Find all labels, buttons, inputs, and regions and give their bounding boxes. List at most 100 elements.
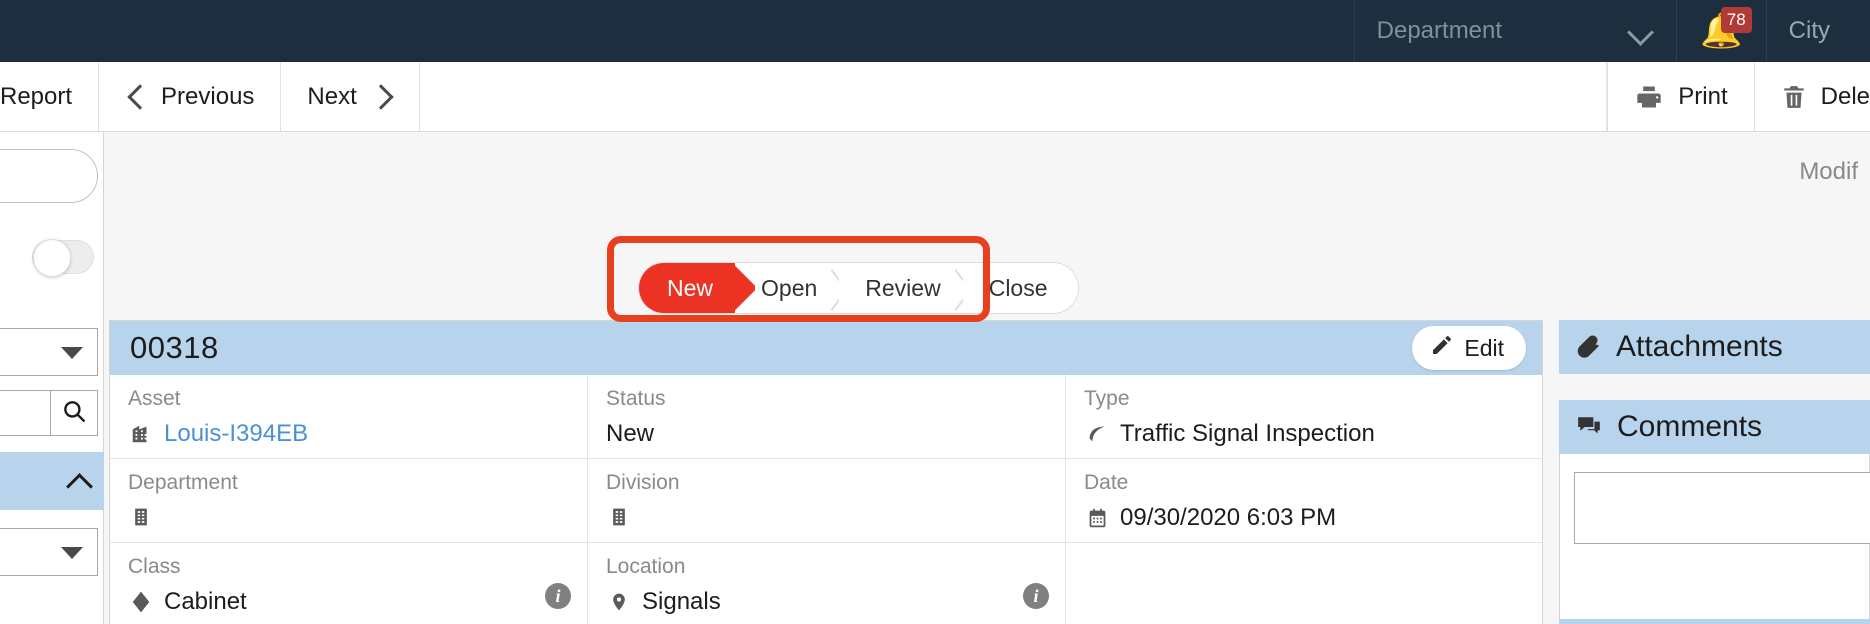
record-toolbar: Report Previous Next Print Dele — [0, 62, 1870, 132]
field-value: Cabinet — [164, 588, 247, 615]
diamond-icon — [128, 589, 154, 615]
magnifier-icon — [61, 398, 87, 429]
next-button-label: Next — [307, 82, 357, 110]
department-selector[interactable]: Department — [1353, 0, 1676, 62]
info-icon[interactable]: i — [545, 583, 571, 609]
record-card: 00318 Edit Asset Louis-I394EB Status New… — [109, 320, 1543, 624]
workflow-step-label: Close — [988, 274, 1048, 301]
delete-button[interactable]: Dele — [1753, 62, 1870, 131]
modified-label: Modif — [1799, 158, 1858, 185]
panel-gap — [1559, 374, 1870, 400]
sidebar-dropdown-2[interactable] — [0, 528, 98, 576]
previous-button-label: Previous — [161, 82, 255, 110]
workflow-step-new[interactable]: New — [639, 263, 736, 313]
pencil-icon — [1430, 333, 1454, 363]
record-id: 00318 — [130, 330, 219, 365]
field-label: Date — [1084, 471, 1129, 494]
chevron-down-icon — [1628, 18, 1654, 44]
field-label: Division — [606, 471, 680, 494]
workflow-step-close[interactable]: Close — [962, 263, 1078, 313]
field-department: Department — [110, 459, 588, 543]
panel-title: Comments — [1617, 410, 1763, 443]
step-separator — [943, 271, 964, 307]
comment-input[interactable] — [1574, 472, 1870, 544]
chevron-up-icon — [66, 471, 92, 491]
sidebar-search-button[interactable] — [51, 390, 98, 436]
workflow-stepper: New Open Review Close — [638, 262, 1079, 314]
next-button[interactable]: Next — [281, 62, 420, 131]
previous-button[interactable]: Previous — [99, 62, 282, 131]
workflow-step-label: New — [667, 274, 714, 301]
building-icon — [128, 421, 154, 447]
report-button[interactable]: Report — [0, 62, 100, 131]
field-value-wrapper: 09/30/2020 6:03 PM — [1084, 504, 1524, 532]
department-selector-label: Department — [1376, 17, 1503, 44]
workflow-step-label: Open — [761, 274, 818, 301]
city-menu[interactable]: City — [1765, 0, 1870, 62]
leaf-icon — [1084, 421, 1110, 447]
chevron-right-icon — [371, 84, 393, 110]
field-value: New — [606, 420, 655, 447]
field-empty-row3 — [1066, 543, 1542, 624]
edit-button[interactable]: Edit — [1412, 326, 1526, 370]
caret-down-icon — [61, 347, 83, 359]
city-label: City — [1788, 17, 1830, 44]
print-button[interactable]: Print — [1607, 62, 1754, 131]
field-label: Asset — [128, 387, 181, 410]
calendar-icon — [1084, 505, 1110, 531]
field-label: Class — [128, 555, 181, 578]
field-value: 09/30/2020 6:03 PM — [1120, 504, 1337, 531]
record-card-header: 00318 Edit — [110, 321, 1542, 375]
field-class: Class Cabinet i — [110, 543, 588, 624]
main-content-area: Modif New Open Review Close 00318 Edit A… — [104, 132, 1870, 624]
field-value: Traffic Signal Inspection — [1120, 420, 1375, 447]
comment-bubbles-icon — [1575, 414, 1603, 440]
field-value-wrapper: Cabinet — [128, 588, 569, 616]
field-status: Status New — [588, 375, 1066, 459]
field-type: Type Traffic Signal Inspection — [1066, 375, 1542, 459]
field-value-wrapper: Louis-I394EB — [128, 420, 569, 448]
edit-button-label: Edit — [1464, 334, 1504, 361]
sidebar-search-group — [0, 390, 98, 436]
comment-entry-area — [1559, 454, 1870, 619]
sidebar-section-header[interactable] — [0, 452, 104, 510]
sidebar-pill-input[interactable] — [0, 149, 98, 203]
panel-comments-header[interactable]: Comments — [1559, 400, 1870, 454]
sidebar-search-input[interactable] — [0, 390, 51, 436]
sidebar-dropdown-1[interactable] — [0, 328, 98, 376]
info-icon[interactable]: i — [1023, 583, 1049, 609]
building-icon — [606, 504, 632, 530]
panel-activity-feed-header[interactable]: Activity Feed — [1559, 619, 1870, 624]
record-fields-grid: Asset Louis-I394EB Status New Type Traff… — [110, 375, 1542, 624]
trash-icon — [1781, 83, 1807, 111]
field-label: Status — [606, 387, 666, 410]
print-button-label: Print — [1678, 82, 1728, 110]
toolbar-actions: Print Dele — [1607, 62, 1870, 131]
application-root: Department 🔔 78 City Report Previous Nex… — [0, 0, 1870, 624]
field-label: Location — [606, 555, 686, 578]
left-sidebar — [0, 132, 104, 624]
step-separator — [733, 263, 755, 313]
top-navigation-bar: Department 🔔 78 City — [0, 0, 1870, 62]
delete-button-label: Dele — [1820, 82, 1870, 110]
asset-link[interactable]: Louis-I394EB — [164, 420, 308, 448]
field-location: Location Signals i — [588, 543, 1066, 624]
printer-icon — [1634, 83, 1664, 111]
toolbar-filler — [420, 62, 1608, 131]
caret-down-icon — [61, 547, 83, 559]
building-icon — [128, 504, 154, 530]
map-pin-icon — [606, 589, 632, 615]
field-value: Signals — [642, 588, 721, 615]
right-panel-column: Attachments Comments Activity Feed — [1559, 320, 1870, 624]
sidebar-toggle-switch[interactable] — [32, 239, 94, 277]
bell-wrapper: 🔔 78 — [1699, 7, 1752, 53]
workflow-step-label: Review — [865, 274, 941, 301]
field-asset: Asset Louis-I394EB — [110, 375, 588, 459]
notifications-button[interactable]: 🔔 78 — [1675, 0, 1766, 62]
workflow-step-review[interactable]: Review — [839, 263, 964, 313]
paperclip-icon — [1575, 334, 1602, 361]
panel-attachments-header[interactable]: Attachments — [1559, 320, 1870, 374]
field-date: Date 09/30/2020 6:03 PM — [1066, 459, 1542, 543]
step-separator — [819, 271, 840, 307]
